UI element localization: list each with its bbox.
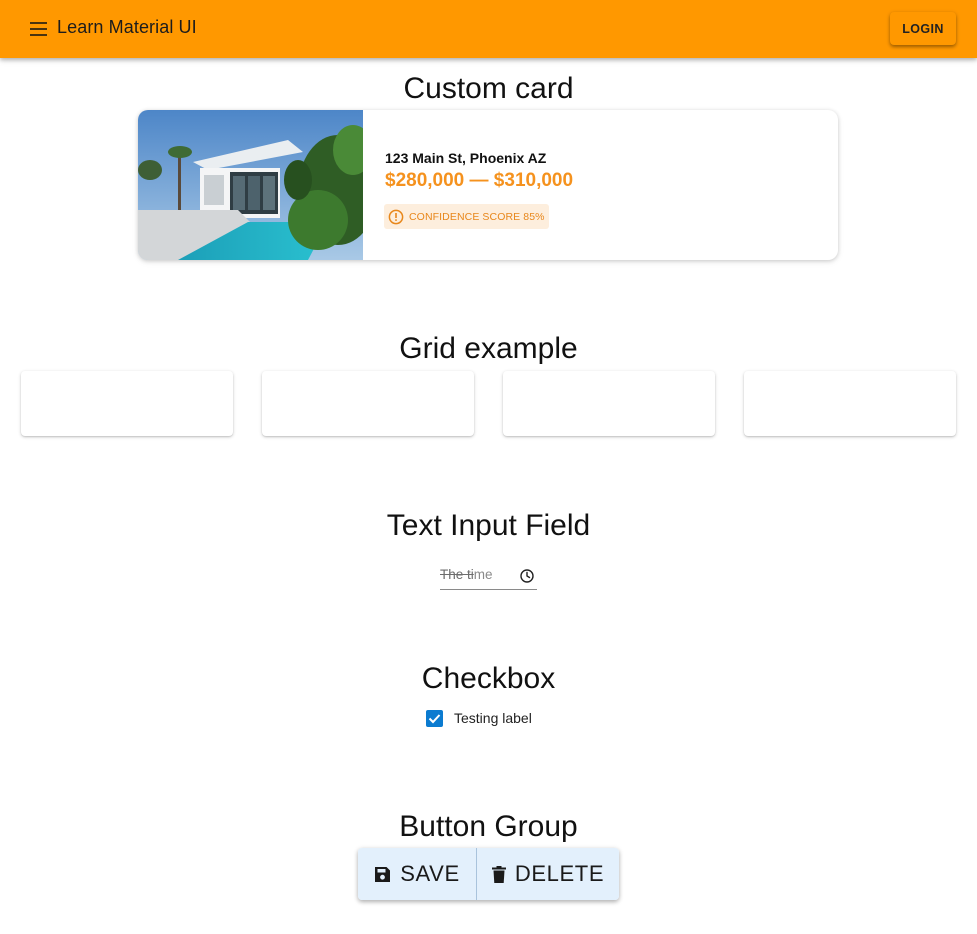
save-button[interactable]: SAVE [358, 848, 477, 900]
menu-button[interactable] [24, 14, 54, 44]
trash-icon [491, 865, 506, 883]
app-title: Learn Material UI [57, 17, 197, 37]
house-photo [138, 110, 363, 260]
text-input-heading: Text Input Field [386, 509, 591, 542]
testing-checkbox[interactable] [426, 710, 443, 727]
save-label: SAVE [400, 861, 460, 886]
check-icon [428, 714, 441, 724]
clock-icon[interactable] [519, 568, 535, 584]
app-bar: Learn Material UI LOGIN [0, 0, 977, 58]
property-card[interactable]: 123 Main St, Phoenix AZ $280,000 — $310,… [138, 110, 838, 260]
button-group: SAVE DELETE [358, 848, 619, 900]
time-input[interactable]: The time [440, 565, 537, 590]
checkbox-label[interactable]: Testing label [454, 710, 532, 726]
save-icon [375, 866, 391, 882]
grid-item [744, 371, 956, 436]
checkbox-heading: Checkbox [421, 662, 556, 695]
grid-item [262, 371, 474, 436]
button-group-heading: Button Group [399, 810, 578, 843]
confidence-chip: CONFIDENCE SCORE 85% [384, 204, 549, 229]
grid-example-heading: Grid example [399, 332, 578, 365]
time-value-rest: me [473, 567, 493, 582]
confidence-label: CONFIDENCE SCORE 85% [409, 210, 545, 223]
price-range: $280,000 — $310,000 [385, 170, 574, 191]
time-input-value[interactable]: The time [440, 567, 493, 582]
time-value-struck: The ti [440, 567, 474, 582]
grid-item [21, 371, 233, 436]
login-button[interactable]: LOGIN [890, 12, 956, 45]
grid-item [503, 371, 715, 436]
delete-label: DELETE [514, 861, 605, 886]
delete-button[interactable]: DELETE [477, 848, 619, 900]
property-address: 123 Main St, Phoenix AZ [385, 150, 547, 166]
custom-card-heading: Custom card [403, 72, 574, 105]
alert-circle-icon [388, 209, 404, 224]
menu-icon [30, 22, 47, 36]
